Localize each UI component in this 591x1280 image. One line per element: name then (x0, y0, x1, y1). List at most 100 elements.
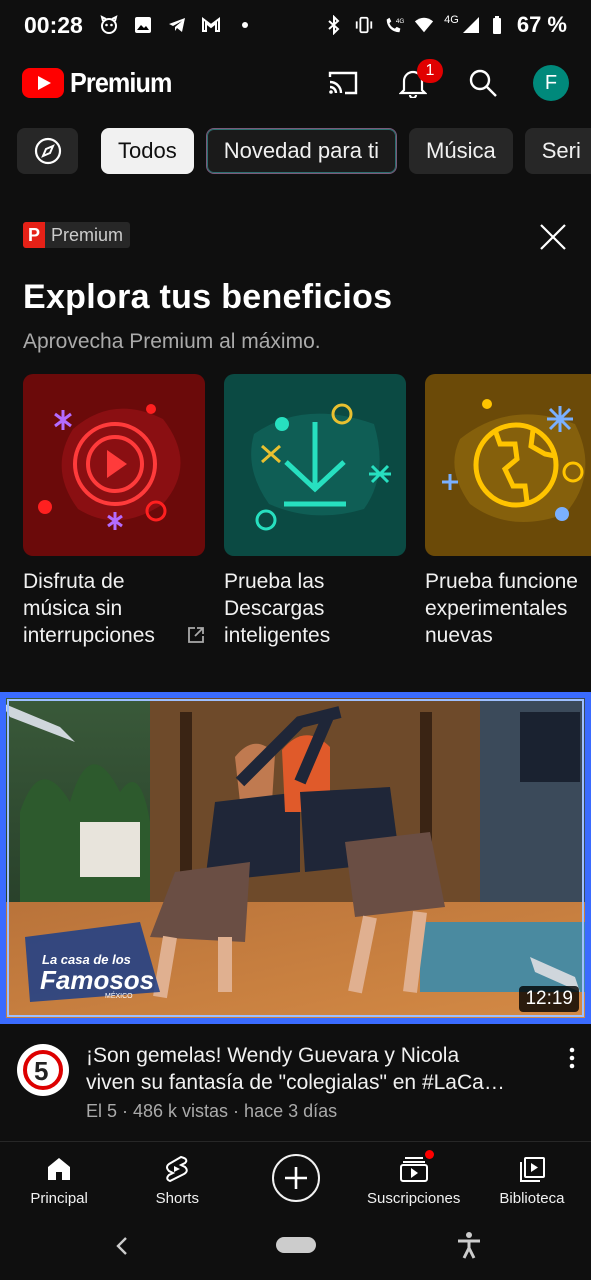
nav-home-label: Principal (30, 1190, 88, 1207)
video-thumbnail-image: La casa de los Famosos MÉXICO (0, 692, 591, 1024)
library-icon (517, 1154, 547, 1184)
globe-icon (442, 399, 586, 522)
volte-call-icon: 4G (386, 17, 404, 33)
benefit-label-line: experimentales (425, 597, 568, 620)
close-icon (540, 224, 566, 250)
home-icon (44, 1154, 74, 1184)
benefit-art-music (23, 374, 205, 556)
premium-badge: P Premium (23, 222, 131, 248)
channel-5-logo-icon: 5 (23, 1050, 63, 1090)
more-vert-icon (569, 1047, 575, 1069)
youtube-premium-logo[interactable]: Premium (22, 67, 183, 99)
video-thumbnail[interactable]: La casa de los Famosos MÉXICO 12:19 (0, 692, 591, 1024)
benefit-label-line: interrupciones (23, 624, 155, 647)
benefit-label-line: Descargas (224, 597, 325, 620)
benefit-label-line: Prueba las (224, 570, 325, 593)
chip-todos[interactable]: Todos (101, 128, 194, 174)
battery-percentage: 67 % (516, 12, 567, 37)
video-subtitle: El 5 · 486 k vistas · hace 3 días (86, 1101, 338, 1121)
nav-create[interactable] (236, 1142, 354, 1219)
show-logo-line2: Famosos (40, 965, 154, 995)
benefit-card-experimental[interactable]: Prueba funcione experimentales nuevas (425, 374, 591, 649)
video-title-line: ¡Son gemelas! Wendy Guevara y Nicola (86, 1044, 460, 1067)
wifi-icon (415, 17, 434, 33)
nav-subscriptions[interactable]: Suscripciones (355, 1142, 473, 1219)
benefit-label-experimental: Prueba funcione experimentales nuevas (425, 568, 591, 649)
benefit-art-downloads (224, 374, 406, 556)
promo-subtitle: Aprovecha Premium al máximo. (23, 330, 321, 353)
telegram-icon (168, 18, 185, 32)
notification-count-badge: 1 (417, 59, 443, 83)
logo-text: Premium (70, 67, 172, 98)
subscriptions-icon (399, 1154, 429, 1184)
nav-shorts-label: Shorts (155, 1190, 199, 1207)
nav-home[interactable]: Principal (0, 1142, 118, 1219)
network-type: 4G (444, 14, 459, 26)
status-time: 00:28 (24, 11, 83, 38)
home-gesture-pill[interactable] (276, 1237, 316, 1253)
header-actions: 1 F (323, 59, 569, 103)
cast-icon (328, 71, 358, 95)
compass-icon (34, 137, 61, 165)
benefit-card-downloads[interactable]: Prueba las Descargas inteligentes (224, 374, 406, 649)
status-notification-icons (99, 15, 255, 35)
show-logo-line3: MÉXICO (105, 991, 133, 1000)
nav-shorts[interactable]: Shorts (118, 1142, 236, 1219)
notifications-button[interactable]: 1 (393, 59, 443, 103)
more-notifications-dot-icon (241, 22, 248, 28)
system-navigation-bar (0, 1219, 591, 1280)
music-play-icon (38, 404, 181, 530)
create-icon (271, 1154, 320, 1202)
svg-text:4G: 4G (396, 18, 404, 25)
premium-badge-letter: P (23, 222, 45, 248)
nav-subscriptions-label: Suscripciones (367, 1190, 461, 1207)
search-button[interactable] (463, 63, 503, 103)
gallery-icon (134, 17, 151, 33)
cast-button[interactable] (323, 63, 363, 103)
bottom-navigation: Principal Shorts Suscripciones Bibliotec… (0, 1141, 591, 1219)
benefit-label-line: inteligentes (224, 624, 331, 647)
dismiss-promo-button[interactable] (538, 222, 568, 252)
channel-avatar[interactable]: 5 (17, 1044, 69, 1096)
chip-novedad-para-ti[interactable]: Novedad para ti (205, 128, 398, 174)
account-avatar[interactable]: F (533, 65, 569, 101)
video-title[interactable]: ¡Son gemelas! Wendy Guevara y Nicola viv… (86, 1042, 536, 1096)
premium-benefits-promo: P Premium Explora tus beneficios Aprovec… (0, 222, 591, 672)
battery-icon (492, 16, 501, 34)
youtube-play-logo-icon (22, 68, 64, 98)
benefit-label-line: música sin (23, 597, 123, 620)
svg-text:5: 5 (34, 1056, 48, 1086)
vibrate-icon (355, 16, 373, 34)
benefit-label-line: Disfruta de (23, 570, 125, 593)
video-title-line: viven su fantasía de "colegialas" en #La… (86, 1071, 505, 1094)
chip-musica[interactable]: Música (409, 128, 513, 174)
chip-series[interactable]: Seri (524, 128, 591, 174)
app-header: Premium 1 F (0, 58, 591, 108)
external-link-icon (188, 627, 204, 643)
category-chips: Todos Novedad para ti Música Seri (17, 128, 591, 174)
signal-icon (462, 17, 479, 33)
status-bar: 00:28 4G 4G 67 % (0, 0, 591, 50)
download-icon (251, 403, 391, 531)
promo-title: Explora tus beneficios (23, 278, 393, 316)
benefit-label-music: Disfruta de música sin interrupciones (23, 568, 205, 649)
premium-badge-text: Premium (51, 224, 124, 245)
status-system-icons: 4G 4G 67 % (324, 12, 567, 38)
benefit-card-music[interactable]: Disfruta de música sin interrupciones (23, 374, 205, 649)
nav-library[interactable]: Biblioteca (473, 1142, 591, 1219)
bluetooth-icon (328, 15, 340, 35)
benefit-art-experimental (425, 374, 591, 556)
nav-library-label: Biblioteca (499, 1190, 565, 1207)
video-duration: 12:19 (519, 986, 579, 1012)
accessibility-icon[interactable] (456, 1231, 482, 1259)
video-details[interactable]: 5 ¡Son gemelas! Wendy Guevara y Nicola v… (0, 1040, 591, 1130)
explore-chip[interactable] (17, 128, 78, 174)
benefit-label-line: nuevas (425, 624, 493, 647)
pet-icon (100, 15, 118, 34)
gmail-icon (201, 17, 220, 32)
video-more-options-button[interactable] (562, 1044, 582, 1074)
new-content-dot (424, 1150, 434, 1159)
benefit-label-line: Prueba funcione (425, 570, 578, 593)
back-icon[interactable] (112, 1235, 132, 1257)
shorts-icon (162, 1154, 192, 1184)
